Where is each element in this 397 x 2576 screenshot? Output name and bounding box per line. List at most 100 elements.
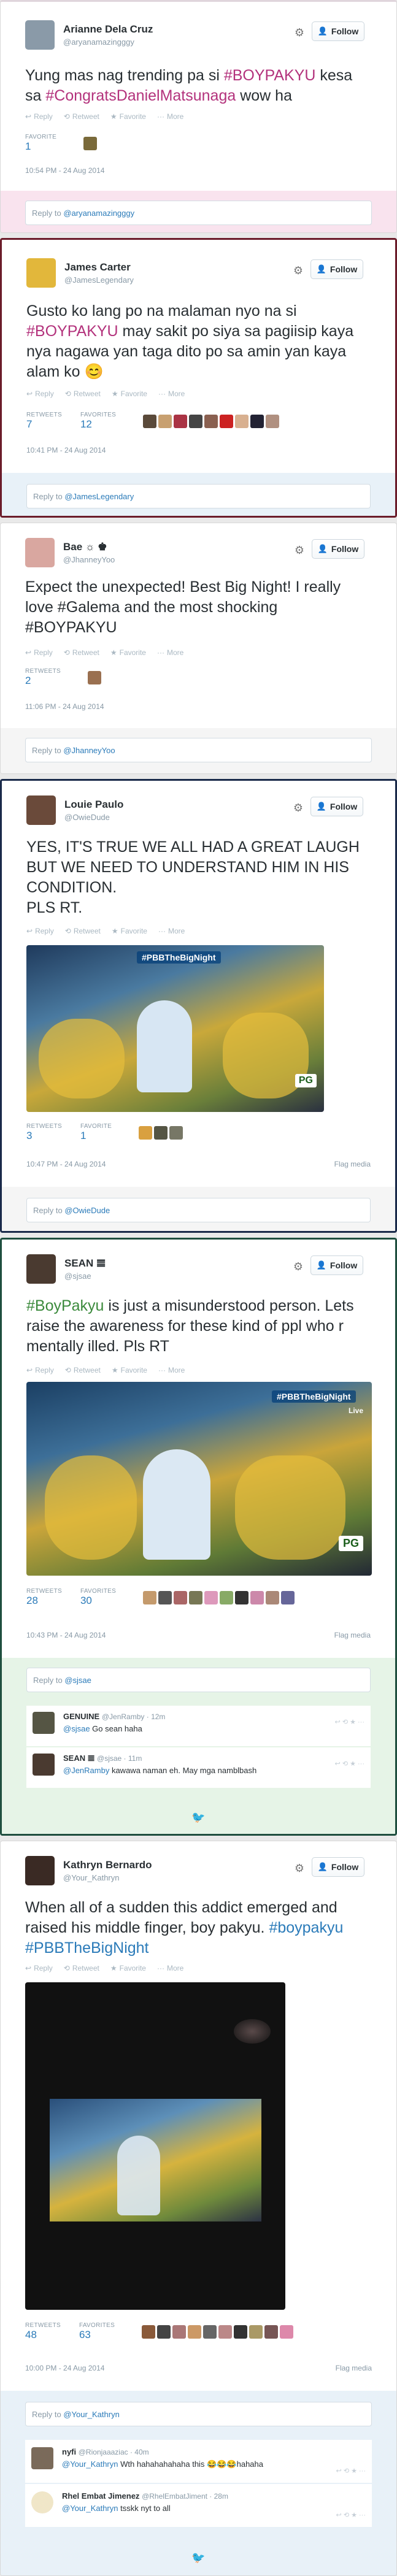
gear-icon[interactable]: ⚙ xyxy=(293,802,303,815)
mention-link[interactable]: @sjsae xyxy=(63,1724,90,1733)
hashtag-link[interactable]: #CongratsDanielMatsunaga xyxy=(45,87,236,104)
avatar[interactable] xyxy=(189,414,203,428)
mention-link[interactable]: @JenRamby xyxy=(63,1766,109,1775)
timestamp[interactable]: 10:54 PM - 24 Aug 2014 xyxy=(25,166,104,175)
avatar[interactable] xyxy=(172,2325,187,2339)
follow-button[interactable]: 👤 Follow xyxy=(312,21,364,41)
avatar[interactable] xyxy=(218,2325,233,2339)
more-action[interactable]: ··· More xyxy=(157,648,183,657)
follow-button[interactable]: 👤 Follow xyxy=(310,797,363,816)
more-action[interactable]: ··· More xyxy=(158,1366,185,1374)
avatar[interactable] xyxy=(33,1754,55,1776)
author-handle[interactable]: @Your_Kathryn xyxy=(63,1873,120,1882)
avatar[interactable] xyxy=(220,1590,234,1604)
avatar[interactable] xyxy=(26,795,56,825)
reply-author[interactable]: SEAN 𝌆 @sjsae · 11m xyxy=(63,1754,142,1763)
reply-input[interactable]: Reply to @aryanamazingggy xyxy=(25,201,372,225)
retweet-action[interactable]: ⟲ Retweet xyxy=(65,927,101,935)
reply-action[interactable]: ↩ Reply xyxy=(26,1366,54,1374)
author-handle[interactable]: @JhanneyYoo xyxy=(63,555,115,564)
reply-author[interactable]: GENUINE @JenRamby · 12m xyxy=(63,1712,165,1721)
avatar[interactable] xyxy=(142,2325,156,2339)
avatar[interactable] xyxy=(158,414,172,428)
follow-button[interactable]: 👤 Follow xyxy=(312,1857,364,1877)
follow-button[interactable]: 👤 Follow xyxy=(310,259,363,279)
reply-action[interactable]: ↩ Reply xyxy=(26,927,54,935)
avatar[interactable] xyxy=(31,2491,53,2513)
timestamp[interactable]: 10:47 PM - 24 Aug 2014 xyxy=(26,1160,106,1168)
author-name[interactable]: Arianne Dela Cruz xyxy=(63,23,153,36)
retweets-stat[interactable]: RETWEETS 48 xyxy=(25,2322,61,2341)
tweet-photo[interactable] xyxy=(25,1982,285,2310)
avatar[interactable] xyxy=(25,20,55,50)
reply-action[interactable]: ↩ Reply xyxy=(25,1964,53,1972)
avatar[interactable] xyxy=(83,136,98,150)
reply-action[interactable]: ↩ Reply xyxy=(25,112,53,121)
avatar[interactable] xyxy=(220,414,234,428)
avatar[interactable] xyxy=(203,2325,217,2339)
author-handle[interactable]: @aryanamazingggy xyxy=(63,37,134,47)
reply-actions[interactable]: ↩ ⟲ ★ ··· xyxy=(335,1718,364,1726)
retweets-stat[interactable]: RETWEETS 2 xyxy=(25,668,61,687)
avatar[interactable] xyxy=(158,1590,172,1604)
author-name[interactable]: Louie Paulo xyxy=(64,799,123,811)
favorite-action[interactable]: ★ Favorite xyxy=(110,112,146,121)
avatar[interactable] xyxy=(235,414,249,428)
follow-button[interactable]: 👤 Follow xyxy=(310,1255,363,1275)
avatar[interactable] xyxy=(169,1125,183,1140)
avatar[interactable] xyxy=(25,538,55,567)
reply-input[interactable]: Reply to @JamesLegendary xyxy=(26,484,371,508)
favorites-stat[interactable]: FAVORITES 63 xyxy=(79,2322,115,2341)
gear-icon[interactable]: ⚙ xyxy=(295,1862,304,1875)
author-handle[interactable]: @JamesLegendary xyxy=(64,275,134,285)
retweets-stat[interactable]: RETWEETS 28 xyxy=(26,1588,62,1607)
avatar[interactable] xyxy=(26,1254,56,1284)
flag-media-link[interactable]: Flag media xyxy=(334,1160,371,1168)
retweet-action[interactable]: ⟲ Retweet xyxy=(64,648,99,657)
avatar[interactable] xyxy=(157,2325,171,2339)
retweets-stat[interactable]: RETWEETS 3 xyxy=(26,1123,62,1142)
gear-icon[interactable]: ⚙ xyxy=(293,264,303,277)
retweet-action[interactable]: ⟲ Retweet xyxy=(64,1964,99,1972)
more-action[interactable]: ··· More xyxy=(158,927,185,935)
avatar[interactable] xyxy=(143,1590,157,1604)
hashtag-link[interactable]: #BoyPakyu xyxy=(26,1297,104,1314)
avatar[interactable] xyxy=(87,670,101,684)
avatar[interactable] xyxy=(25,1856,55,1885)
favorite-action[interactable]: ★ Favorite xyxy=(112,389,147,398)
avatar[interactable] xyxy=(204,414,218,428)
reply-author[interactable]: Rhel Embat Jimenez @RhelEmbatJiment · 28… xyxy=(62,2491,228,2501)
author-name[interactable]: SEAN 𝌆 xyxy=(64,1257,106,1270)
reply-actions[interactable]: ↩ ⟲ ★ ··· xyxy=(336,2467,366,2475)
hashtag-link[interactable]: #BOYPAKYU xyxy=(26,323,118,340)
timestamp[interactable]: 10:00 PM - 24 Aug 2014 xyxy=(25,2364,104,2372)
reply-input[interactable]: Reply to @OwieDude xyxy=(26,1198,371,1222)
hashtag-link[interactable]: #BOYPAKYU xyxy=(224,67,316,84)
more-action[interactable]: ··· More xyxy=(158,389,185,398)
avatar[interactable] xyxy=(250,1590,264,1604)
avatar[interactable] xyxy=(139,1125,153,1140)
reply-input[interactable]: Reply to @JhanneyYoo xyxy=(25,738,372,762)
reply-action[interactable]: ↩ Reply xyxy=(25,648,53,657)
more-action[interactable]: ··· More xyxy=(157,1964,183,1972)
timestamp[interactable]: 10:41 PM - 24 Aug 2014 xyxy=(26,446,106,454)
tweet-photo[interactable]: #PBBTheBigNight PG xyxy=(26,945,324,1112)
author-handle[interactable]: @OwieDude xyxy=(64,813,110,822)
avatar[interactable] xyxy=(264,2325,279,2339)
mention-link[interactable]: @Your_Kathryn xyxy=(62,2504,118,2513)
retweet-action[interactable]: ⟲ Retweet xyxy=(65,389,101,398)
avatar[interactable] xyxy=(188,2325,202,2339)
mention-link[interactable]: @Your_Kathryn xyxy=(62,2459,118,2469)
avatar[interactable] xyxy=(26,258,56,288)
reply-tweet[interactable]: Rhel Embat Jimenez @RhelEmbatJiment · 28… xyxy=(25,2484,372,2527)
author-handle[interactable]: @sjsae xyxy=(64,1271,91,1281)
avatar[interactable] xyxy=(281,1590,295,1604)
favorites-stat[interactable]: FAVORITES 30 xyxy=(80,1588,116,1607)
gear-icon[interactable]: ⚙ xyxy=(295,26,304,39)
avatar[interactable] xyxy=(266,414,280,428)
author-name[interactable]: Bae ☼ ♚ xyxy=(63,541,107,553)
reply-actions[interactable]: ↩ ⟲ ★ ··· xyxy=(335,1760,364,1768)
timestamp[interactable]: 11:06 PM - 24 Aug 2014 xyxy=(25,702,104,711)
reply-tweet[interactable]: nyfi @Rionjaaaziac · 40m @Your_Kathryn W… xyxy=(25,2440,372,2483)
avatar[interactable] xyxy=(235,1590,249,1604)
